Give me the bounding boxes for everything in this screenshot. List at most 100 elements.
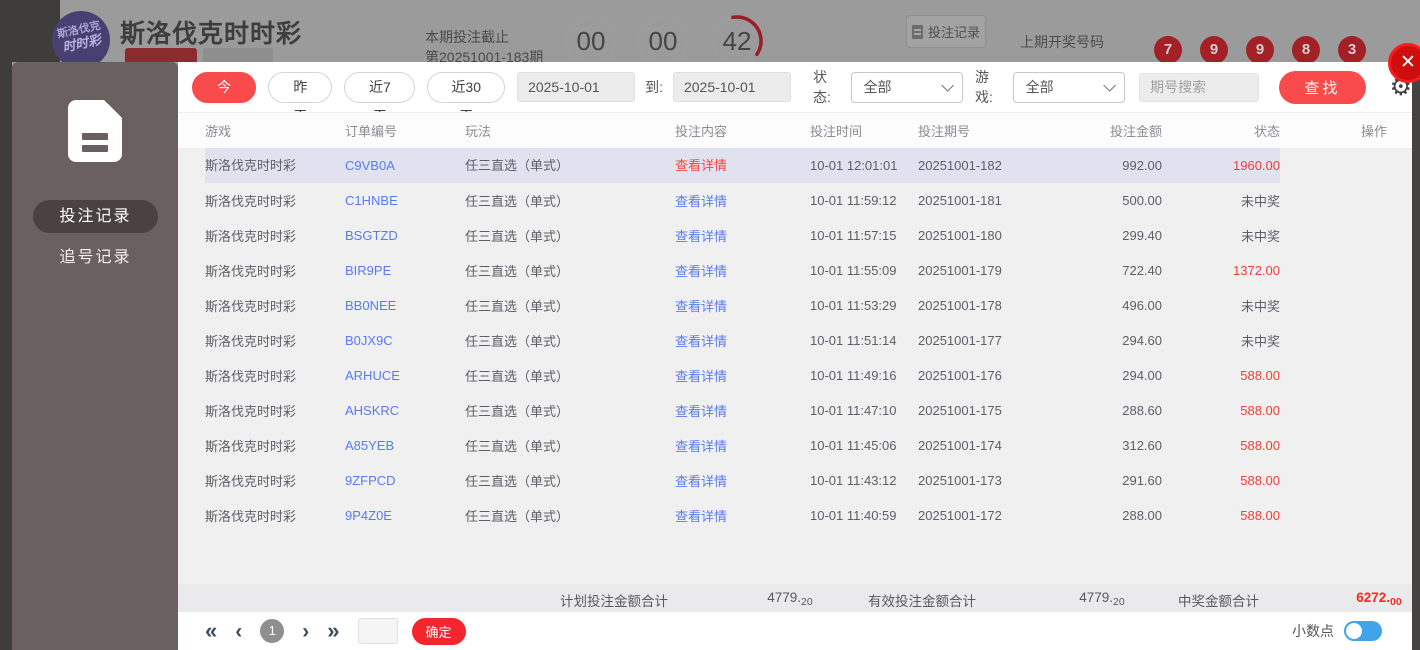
- cell-game: 斯洛伐克时时彩: [205, 334, 297, 349]
- page-number-input[interactable]: [357, 618, 398, 644]
- table-row[interactable]: 斯洛伐克时时彩 A85YEB 任三直选（单式） 查看详情 10-01 11:45…: [178, 428, 1412, 463]
- search-button[interactable]: 查找: [1279, 70, 1366, 104]
- prev-page-icon[interactable]: ‹: [235, 621, 242, 642]
- cell-game: 斯洛伐克时时彩: [205, 264, 297, 279]
- table-row[interactable]: 斯洛伐克时时彩 9ZFPCD 任三直选（单式） 查看详情 10-01 11:43…: [178, 463, 1412, 498]
- table-row[interactable]: 斯洛伐克时时彩 B0JX9C 任三直选（单式） 查看详情 10-01 11:51…: [178, 323, 1412, 358]
- plan-total-value: 4779. 20: [767, 590, 813, 608]
- date-from-input[interactable]: [517, 72, 636, 102]
- cell-game: 斯洛伐克时时彩: [205, 439, 297, 454]
- last-page-icon[interactable]: »: [327, 620, 339, 642]
- cell-amount: 299.40: [1122, 228, 1162, 243]
- cell-game: 斯洛伐克时时彩: [205, 474, 297, 489]
- view-detail-link[interactable]: 查看详情: [675, 264, 727, 279]
- cell-game: 斯洛伐克时时彩: [205, 194, 297, 209]
- order-id-link[interactable]: BB0NEE: [345, 298, 396, 313]
- countdown-minutes: 00: [636, 14, 690, 62]
- header-left-button-red[interactable]: [125, 48, 197, 62]
- cell-time: 10-01 11:59:12: [810, 193, 897, 208]
- cell-time: 10-01 11:47:10: [810, 403, 897, 418]
- table-body: 斯洛伐克时时彩 C9VB0A 任三直选（单式） 查看详情 10-01 12:01…: [178, 148, 1412, 618]
- col-amount: 投注金额: [1109, 124, 1162, 139]
- plan-total-label: 计划投注金额合计: [560, 594, 668, 609]
- cell-status: 未中奖: [1240, 229, 1280, 244]
- view-detail-link[interactable]: 查看详情: [675, 158, 727, 173]
- col-time: 投注时间: [810, 124, 863, 139]
- cell-status: 588.00: [1240, 473, 1280, 488]
- sidebar-item-bet-records[interactable]: 投注记录: [33, 200, 158, 233]
- cell-period: 20251001-173: [918, 473, 1002, 488]
- game-select[interactable]: 全部: [1012, 71, 1126, 103]
- filter-today-button[interactable]: 今天: [192, 71, 257, 124]
- col-period: 投注期号: [918, 124, 971, 139]
- cell-period: 20251001-175: [918, 403, 1002, 418]
- view-detail-link[interactable]: 查看详情: [675, 229, 727, 244]
- view-detail-link[interactable]: 查看详情: [675, 194, 727, 209]
- cell-amount: 288.00: [1122, 508, 1162, 523]
- cell-amount: 496.00: [1122, 298, 1162, 313]
- cell-period: 20251001-176: [918, 368, 1002, 383]
- order-id-link[interactable]: ARHUCE: [345, 368, 400, 383]
- order-id-link[interactable]: BSGTZD: [345, 228, 398, 243]
- col-order: 订单编号: [345, 124, 398, 139]
- last-draw-label: 上期开奖号码: [1020, 34, 1104, 50]
- bet-record-button[interactable]: 投注记录: [906, 15, 986, 48]
- cell-time: 10-01 11:40:59: [810, 508, 897, 523]
- order-id-link[interactable]: BIR9PE: [345, 263, 391, 278]
- order-id-link[interactable]: AHSKRC: [345, 403, 399, 418]
- draw-ball-5: 3: [1338, 36, 1366, 62]
- table-row[interactable]: 斯洛伐克时时彩 BB0NEE 任三直选（单式） 查看详情 10-01 11:53…: [178, 288, 1412, 323]
- cell-time: 10-01 11:51:14: [810, 333, 897, 348]
- cell-time: 10-01 11:57:15: [810, 228, 897, 243]
- cell-time: 10-01 11:55:09: [810, 263, 897, 278]
- overlay-left-strip: [0, 62, 12, 650]
- view-detail-link[interactable]: 查看详情: [675, 439, 727, 454]
- table-row[interactable]: 斯洛伐克时时彩 BSGTZD 任三直选（单式） 查看详情 10-01 11:57…: [178, 218, 1412, 253]
- first-page-icon[interactable]: «: [205, 620, 217, 642]
- table-row[interactable]: 斯洛伐克时时彩 ARHUCE 任三直选（单式） 查看详情 10-01 11:49…: [178, 358, 1412, 393]
- view-detail-link[interactable]: 查看详情: [675, 299, 727, 314]
- order-id-link[interactable]: B0JX9C: [345, 333, 393, 348]
- pagination-bar: « ‹ 1 › » 确定 小数点: [178, 612, 1412, 650]
- record-document-icon: [68, 99, 123, 162]
- filter-yesterday-button[interactable]: 昨天: [268, 71, 333, 124]
- order-id-link[interactable]: C9VB0A: [345, 158, 395, 173]
- order-id-link[interactable]: A85YEB: [345, 438, 394, 453]
- order-id-link[interactable]: 9ZFPCD: [345, 473, 396, 488]
- cell-amount: 992.00: [1070, 148, 1162, 183]
- cell-period: 20251001-179: [918, 263, 1002, 278]
- view-detail-link[interactable]: 查看详情: [675, 334, 727, 349]
- view-detail-link[interactable]: 查看详情: [675, 369, 727, 384]
- view-detail-link[interactable]: 查看详情: [675, 509, 727, 524]
- view-detail-link[interactable]: 查看详情: [675, 404, 727, 419]
- filter-7days-button[interactable]: 近7天: [344, 71, 416, 124]
- table-row[interactable]: 斯洛伐克时时彩 C1HNBE 任三直选（单式） 查看详情 10-01 11:59…: [178, 183, 1412, 218]
- filter-30days-button[interactable]: 近30天: [427, 71, 506, 124]
- cell-game: 斯洛伐克时时彩: [205, 299, 297, 314]
- toggle-knob: [1346, 623, 1362, 639]
- decimal-toggle[interactable]: [1344, 621, 1382, 641]
- next-page-icon[interactable]: ›: [302, 621, 309, 642]
- cell-time: 10-01 11:45:06: [810, 438, 897, 453]
- date-to-input[interactable]: [672, 72, 791, 102]
- sidebar-item-chase-records[interactable]: 追号记录: [33, 243, 158, 273]
- page-confirm-button[interactable]: 确定: [411, 617, 466, 645]
- cell-status: 1960.00: [1162, 148, 1280, 183]
- status-select[interactable]: 全部: [850, 71, 964, 103]
- cell-play: 任三直选（单式）: [465, 334, 570, 349]
- table-row[interactable]: 斯洛伐克时时彩 AHSKRC 任三直选（单式） 查看详情 10-01 11:47…: [178, 393, 1412, 428]
- view-detail-link[interactable]: 查看详情: [675, 474, 727, 489]
- page-header-dimmed: 斯洛伐克 时时彩 斯洛伐克时时彩 本期投注截止 第20251001-183期 0…: [0, 0, 1420, 62]
- game-filter-label: 游戏:: [975, 69, 993, 105]
- summary-bar: 计划投注金额合计 4779. 20 有效投注金额合计 4779. 20 中奖金额合计…: [178, 584, 1412, 612]
- table-row[interactable]: 斯洛伐克时时彩 9P4Z0E 任三直选（单式） 查看详情 10-01 11:40…: [178, 498, 1412, 533]
- close-icon[interactable]: ✕: [1388, 43, 1420, 83]
- order-id-link[interactable]: 9P4Z0E: [345, 508, 392, 523]
- bet-record-button-label: 投注记录: [927, 25, 980, 40]
- order-id-link[interactable]: C1HNBE: [345, 193, 398, 208]
- table-row[interactable]: 斯洛伐克时时彩 C9VB0A 任三直选（单式） 查看详情 10-01 12:01…: [178, 148, 1412, 183]
- current-page-button[interactable]: 1: [260, 619, 285, 643]
- period-search-input[interactable]: [1139, 72, 1260, 102]
- header-left-button-grey[interactable]: [203, 48, 273, 62]
- table-row[interactable]: 斯洛伐克时时彩 BIR9PE 任三直选（单式） 查看详情 10-01 11:55…: [178, 253, 1412, 288]
